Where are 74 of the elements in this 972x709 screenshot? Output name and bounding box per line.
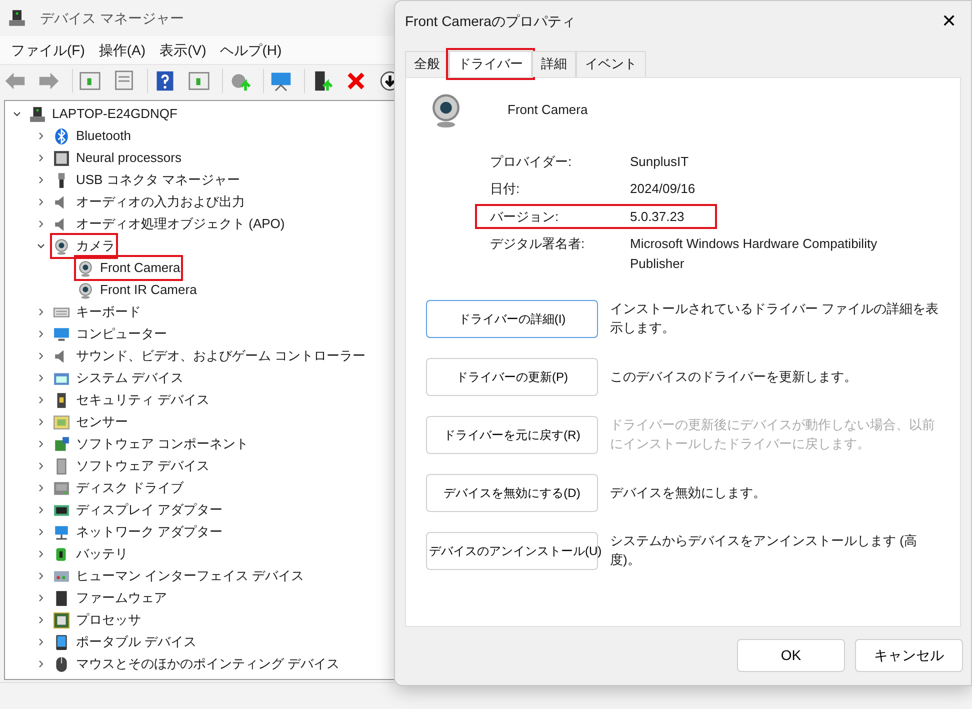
action-button[interactable]: ドライバーの更新(P) (426, 358, 598, 396)
webcam-icon (53, 238, 70, 254)
mouse-icon (53, 656, 70, 672)
window-title: デバイス マネージャー (40, 8, 184, 28)
tab[interactable]: 全般 (405, 51, 449, 77)
help-icon[interactable] (154, 70, 176, 92)
property-value: 5.0.37.23 (630, 208, 684, 226)
disk-drive-icon (53, 480, 70, 496)
dialog-title: Front Cameraのプロパティ (405, 12, 576, 30)
properties-icon[interactable] (113, 70, 135, 92)
action-description: ドライバーの更新後にデバイスが動作しない場合、以前にインストールしたドライバーに戻します。 (610, 416, 936, 453)
tree-item[interactable]: オーディオ処理オブジェクト (APO) (76, 214, 285, 234)
ok-button[interactable]: OK (737, 639, 845, 672)
action-description: デバイスを無効にします。 (610, 484, 766, 502)
tree-item[interactable]: カメラ (76, 236, 115, 256)
sensor-icon (53, 414, 70, 430)
panel-icon[interactable] (79, 70, 101, 92)
cancel-button[interactable]: キャンセル (855, 639, 963, 672)
action-description: このデバイスのドライバーを更新します。 (610, 368, 857, 386)
property-label: プロバイダー: (490, 152, 573, 170)
property-label: バージョン: (490, 208, 560, 226)
tree-item[interactable]: USB コネクタ マネージャー (76, 170, 240, 190)
menu-item[interactable]: ヘルプ(H) (213, 40, 289, 60)
tree-item[interactable]: Bluetooth (76, 126, 131, 146)
processor-icon (53, 612, 70, 628)
component-icon (53, 436, 70, 452)
tree-item[interactable]: プロセッサ (76, 610, 141, 630)
property-value: 2024/09/16 (630, 180, 696, 198)
tree-item[interactable]: ポータブル デバイス (76, 632, 197, 652)
action-description: インストールされているドライバー ファイルの詳細を表示します。 (610, 300, 940, 337)
bluetooth-icon (53, 128, 70, 144)
tree-item[interactable]: ディスプレイ アダプター (76, 500, 223, 520)
menu-item[interactable]: ファイル(F) (4, 40, 92, 60)
tree-item[interactable]: ディスク ドライブ (76, 478, 184, 498)
action-button[interactable]: ドライバーの詳細(I) (426, 300, 598, 338)
tree-item[interactable]: サウンド、ビデオ、およびゲーム コントローラー (76, 346, 366, 366)
property-value: SunplusIT (630, 152, 689, 171)
webcam-icon (77, 282, 94, 298)
tree-item[interactable]: キーボード (76, 302, 141, 322)
tree-item[interactable]: セキュリティ デバイス (76, 390, 210, 410)
tree-item[interactable]: ソフトウェア コンポーネント (76, 434, 249, 454)
tree-item[interactable]: Front IR Camera (100, 280, 197, 300)
action-button[interactable]: デバイスを無効にする(D) (426, 474, 598, 512)
tree-item[interactable]: Front Camera (100, 258, 180, 278)
tree-item[interactable]: ヒューマン インターフェイス デバイス (76, 566, 304, 586)
property-label: デジタル署名者: (490, 235, 586, 253)
tab[interactable]: 詳細 (532, 51, 576, 77)
webcam-icon (77, 260, 94, 276)
tree-item[interactable]: コンピューター (76, 324, 167, 344)
tree-item[interactable]: LAPTOP-E24GDNQF (52, 104, 178, 124)
computer-icon (8, 9, 26, 27)
tree-item[interactable]: ネットワーク アダプター (76, 522, 223, 542)
action-description: システムからデバイスをアンインストールします (高度)。 (610, 532, 918, 569)
phone-icon (53, 634, 70, 650)
tree-item[interactable]: ファームウェア (76, 588, 167, 608)
monitor-icon (53, 326, 70, 342)
tree-item[interactable]: マウスとそのほかのポインティング デバイス (76, 654, 340, 674)
property-value: Microsoft Windows Hardware Compatibility Publisher (630, 235, 878, 272)
tree-item[interactable]: オーディオの入力および出力 (76, 192, 245, 212)
panel-icon[interactable] (188, 70, 210, 92)
device-name: Front Camera (508, 101, 588, 120)
tree-item[interactable]: ソフトウェア デバイス (76, 456, 210, 476)
property-label: 日付: (490, 180, 521, 198)
menu-item[interactable]: 操作(A) (92, 40, 153, 60)
tree-item[interactable]: Neural processors (76, 148, 182, 168)
menu-item[interactable]: 表示(V) (152, 40, 214, 60)
tab[interactable]: イベント (576, 51, 646, 77)
close-button[interactable]: ✕ (927, 3, 971, 39)
network-icon (53, 524, 70, 540)
tree-item[interactable]: センサー (76, 412, 128, 432)
tree-item[interactable]: バッテリ (76, 544, 128, 564)
computer-icon (29, 106, 46, 122)
tree-item[interactable]: システム デバイス (76, 368, 184, 388)
tab[interactable]: ドライバー (449, 51, 532, 77)
